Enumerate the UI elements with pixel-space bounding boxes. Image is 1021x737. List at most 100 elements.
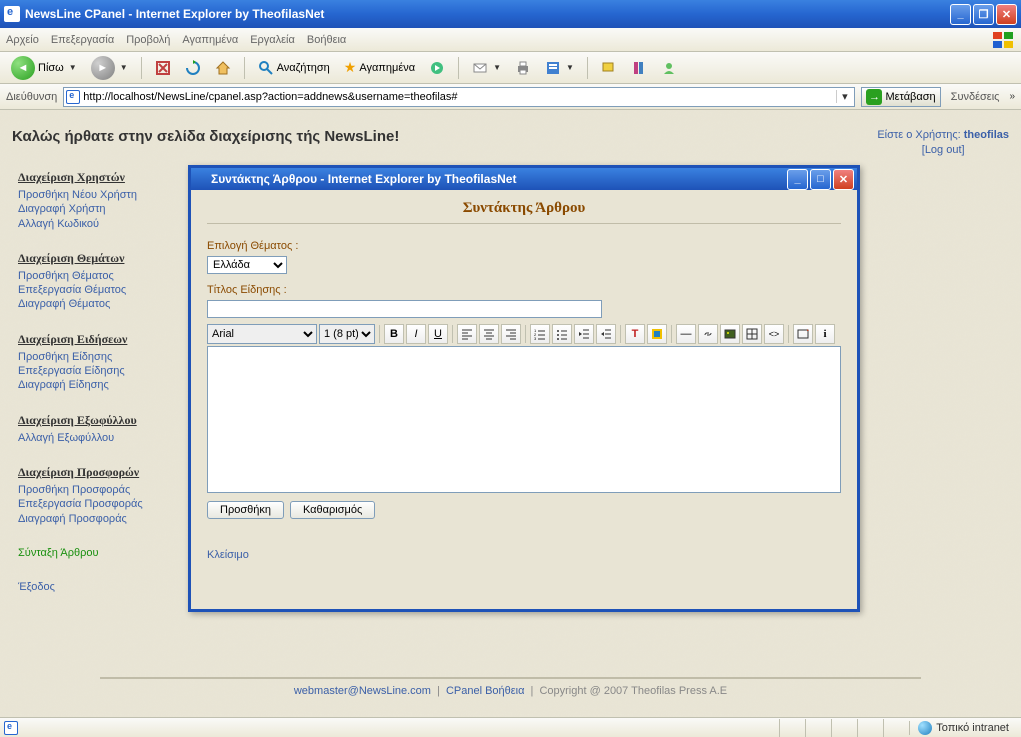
rte-table-button[interactable] <box>742 324 762 344</box>
sidebar-link[interactable]: Προσθήκη Νέου Χρήστη <box>18 188 188 202</box>
image-icon <box>724 328 736 340</box>
menu-edit[interactable]: Επεξεργασία <box>51 34 114 46</box>
address-input[interactable] <box>83 91 836 103</box>
menu-help[interactable]: Βοήθεια <box>307 34 346 46</box>
media-button[interactable] <box>424 57 450 79</box>
page-footer: webmaster@NewsLine.com | CPanel Βοήθεια … <box>100 677 921 697</box>
title-input[interactable] <box>207 300 602 318</box>
rte-size-select[interactable]: 1 (8 pt) <box>319 324 375 344</box>
chevron-down-icon: ▼ <box>493 63 501 72</box>
user-label: Είστε ο Χρήστης: <box>877 129 960 141</box>
sidebar-link[interactable]: Διαγραφή Προσφοράς <box>18 512 188 526</box>
rte-textcolor-button[interactable]: T <box>625 324 645 344</box>
menu-view[interactable]: Προβολή <box>126 34 170 46</box>
window-restore-button[interactable]: ❐ <box>973 4 994 25</box>
popup-maximize-button[interactable]: □ <box>810 169 831 190</box>
menu-tools[interactable]: Εργαλεία <box>250 34 295 46</box>
rte-help-button[interactable]: i <box>815 324 835 344</box>
chevron-right-icon[interactable]: » <box>1009 91 1015 102</box>
rte-toolbar: Arial 1 (8 pt) B I U 123 T — <box>207 324 841 344</box>
status-cell <box>779 719 805 737</box>
go-button[interactable]: → Μετάβαση <box>861 87 940 107</box>
search-icon <box>258 60 274 76</box>
mail-button[interactable]: ▼ <box>467 57 506 79</box>
edit-button[interactable]: ▼ <box>540 57 579 79</box>
rte-image-button[interactable] <box>720 324 740 344</box>
separator <box>244 57 245 79</box>
menu-file[interactable]: Αρχείο <box>6 34 39 46</box>
discuss-icon <box>601 60 617 76</box>
sidebar-link[interactable]: Διαγραφή Είδησης <box>18 378 188 392</box>
home-button[interactable] <box>210 57 236 79</box>
discuss-button[interactable] <box>596 57 622 79</box>
footer-help-link[interactable]: CPanel Βοήθεια <box>446 685 525 697</box>
window-title: NewsLine CPanel - Internet Explorer by T… <box>25 7 950 21</box>
popup-close-button[interactable]: ✕ <box>833 169 854 190</box>
print-button[interactable] <box>510 57 536 79</box>
messenger-button[interactable] <box>656 57 682 79</box>
rte-hr-button[interactable]: — <box>676 324 696 344</box>
rte-preview-button[interactable] <box>793 324 813 344</box>
nav-back-label: Πίσω <box>38 62 64 74</box>
sidebar-link[interactable]: Επεξεργασία Προσφοράς <box>18 497 188 511</box>
rte-align-right-button[interactable] <box>501 324 521 344</box>
sidebar-link[interactable]: Επεξεργασία Θέματος <box>18 283 188 297</box>
divider <box>207 223 841 224</box>
rte-source-button[interactable]: <> <box>764 324 784 344</box>
rte-underline-button[interactable]: U <box>428 324 448 344</box>
search-button[interactable]: Αναζήτηση <box>253 57 335 79</box>
address-input-wrap[interactable]: ▾ <box>63 87 855 107</box>
address-bar: Διεύθυνση ▾ → Μετάβαση Συνδέσεις » <box>0 84 1021 110</box>
window-close-button[interactable]: ✕ <box>996 4 1017 25</box>
nav-forward-button[interactable]: ► ▼ <box>86 53 133 83</box>
sidebar-link[interactable]: Επεξεργασία Είδησης <box>18 364 188 378</box>
add-button[interactable]: Προσθήκη <box>207 501 284 519</box>
rte-font-select[interactable]: Arial <box>207 324 317 344</box>
separator <box>141 57 142 79</box>
indent-icon <box>600 328 612 340</box>
sidebar-link[interactable]: Προσθήκη Θέματος <box>18 269 188 283</box>
rte-indent-button[interactable] <box>596 324 616 344</box>
links-label[interactable]: Συνδέσεις <box>951 91 1000 103</box>
popup-close-link[interactable]: Κλείσιμο <box>207 549 249 561</box>
rte-ordered-list-button[interactable]: 123 <box>530 324 550 344</box>
italic-icon: I <box>414 328 417 340</box>
sidebar-compose-link[interactable]: Σύνταξη Άρθρου <box>18 546 188 560</box>
status-security-zone[interactable]: Τοπικό intranet <box>909 721 1017 735</box>
preview-icon <box>797 328 809 340</box>
window-minimize-button[interactable]: _ <box>950 4 971 25</box>
nav-back-button[interactable]: ◄ Πίσω ▼ <box>6 53 82 83</box>
rte-align-center-button[interactable] <box>479 324 499 344</box>
rte-bgcolor-button[interactable] <box>647 324 667 344</box>
address-dropdown[interactable]: ▾ <box>836 90 852 103</box>
rte-link-button[interactable] <box>698 324 718 344</box>
stop-button[interactable] <box>150 57 176 79</box>
refresh-button[interactable] <box>180 57 206 79</box>
rte-align-left-button[interactable] <box>457 324 477 344</box>
sidebar-section-users: Διαχείριση Χρηστών <box>18 170 188 185</box>
logout-link[interactable]: Log out <box>925 144 962 156</box>
popup-titlebar: Συντάκτης Άρθρου - Internet Explorer by … <box>191 168 857 190</box>
sidebar-exit-link[interactable]: Έξοδος <box>18 580 188 594</box>
sidebar-link[interactable]: Προσθήκη Προσφοράς <box>18 483 188 497</box>
popup-minimize-button[interactable]: _ <box>787 169 808 190</box>
underline-icon: U <box>434 328 442 340</box>
sidebar-link[interactable]: Προσθήκη Είδησης <box>18 350 188 364</box>
chevron-down-icon: ▼ <box>566 63 574 72</box>
favorites-button[interactable]: ★ Αγαπημένα <box>339 56 420 79</box>
sidebar-link[interactable]: Διαγραφή Χρήστη <box>18 202 188 216</box>
topic-select[interactable]: Ελλάδα <box>207 256 287 274</box>
rte-outdent-button[interactable] <box>574 324 594 344</box>
sidebar-link[interactable]: Διαγραφή Θέματος <box>18 297 188 311</box>
sidebar-link[interactable]: Αλλαγή Κωδικού <box>18 217 188 231</box>
footer-webmaster-link[interactable]: webmaster@NewsLine.com <box>294 685 431 697</box>
research-button[interactable] <box>626 57 652 79</box>
clear-button[interactable]: Καθαρισμός <box>290 501 375 519</box>
rte-unordered-list-button[interactable] <box>552 324 572 344</box>
menu-favorites[interactable]: Αγαπημένα <box>182 34 238 46</box>
sidebar-link[interactable]: Αλλαγή Εξωφύλλου <box>18 431 188 445</box>
rte-bold-button[interactable]: B <box>384 324 404 344</box>
separator <box>379 325 380 343</box>
rte-italic-button[interactable]: I <box>406 324 426 344</box>
rte-editor[interactable] <box>207 346 841 493</box>
